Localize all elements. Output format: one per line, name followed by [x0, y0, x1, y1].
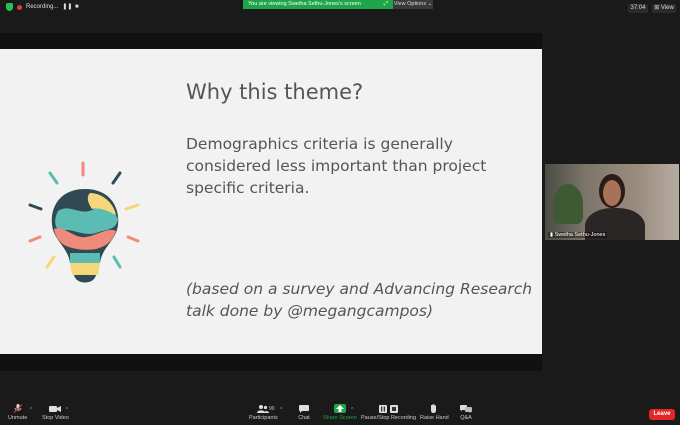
meeting-timer: 37:04 — [628, 4, 648, 13]
viewing-screen-text: You are viewing Swetha Sethu-Jones's scr… — [248, 1, 361, 7]
share-screen-arrow-icon — [333, 404, 346, 413]
signal-bars-icon: ▮ — [550, 232, 554, 238]
view-options-label: View Options — [393, 1, 427, 7]
participant-name-label: ▮ Swetha Sethu-Jones — [548, 232, 608, 238]
video-camera-icon — [49, 404, 62, 413]
grid-icon: ⊞ — [654, 5, 660, 11]
chat-bubble-icon — [298, 404, 310, 413]
recording-indicator: Recording... ❚❚ ■ — [6, 3, 80, 11]
participants-label: Participants — [249, 415, 278, 421]
stop-video-button[interactable]: Stop Video — [42, 404, 69, 421]
viewing-screen-banner: You are viewing Swetha Sethu-Jones's scr… — [243, 0, 393, 9]
presentation-slide: Why this theme? Demographics criteria is… — [0, 49, 542, 354]
pause-recording-icon[interactable]: ❚❚ — [62, 4, 72, 11]
view-button-label: View — [660, 5, 674, 11]
lightbulb-illustration-icon — [28, 161, 140, 283]
raise-hand-button[interactable]: Raise Hand — [420, 404, 449, 421]
fullscreen-icon[interactable]: ⤢ — [384, 0, 388, 9]
share-screen-label: Share Screen — [323, 415, 357, 421]
video-plant — [553, 184, 583, 224]
participant-video-tile[interactable]: ▮ Swetha Sethu-Jones — [545, 164, 679, 240]
pause-stop-recording-label: Pause/Stop Recording — [361, 415, 417, 421]
stop-recording-icon[interactable]: ■ — [73, 4, 80, 11]
video-person-face — [603, 180, 621, 206]
security-shield-icon[interactable] — [6, 3, 13, 11]
qa-label: Q&A — [460, 415, 472, 421]
chevron-down-icon: ⌄ — [427, 1, 433, 7]
slide-title: Why this theme? — [186, 80, 364, 104]
participants-icon — [257, 404, 270, 413]
video-options-caret-icon[interactable]: ^ — [66, 407, 68, 413]
raise-hand-label: Raise Hand — [420, 415, 449, 421]
pause-stop-recording-button[interactable]: Pause/Stop Recording — [361, 404, 416, 421]
view-options-button[interactable]: View Options ⌄ — [393, 0, 433, 9]
qa-icon — [460, 404, 472, 413]
participants-count: 90 — [269, 406, 275, 412]
share-options-caret-icon[interactable]: ^ — [351, 407, 353, 413]
pause-stop-icon — [378, 404, 399, 413]
recording-label: Recording... — [26, 4, 59, 10]
slide-body-text: Demographics criteria is generally consi… — [186, 135, 487, 197]
qa-button[interactable]: Q&A — [460, 404, 472, 421]
audio-options-caret-icon[interactable]: ^ — [30, 407, 32, 413]
view-button[interactable]: ⊞ View — [652, 4, 676, 13]
participants-options-caret-icon[interactable]: ^ — [280, 407, 282, 413]
unmute-button[interactable]: Unmute — [8, 404, 27, 421]
stop-video-label: Stop Video — [42, 415, 69, 421]
participant-name-text: Swetha Sethu-Jones — [554, 232, 606, 238]
raise-hand-icon — [428, 404, 440, 413]
unmute-label: Unmute — [8, 415, 28, 421]
recording-dot-icon — [17, 4, 22, 10]
chat-label: Chat — [298, 415, 310, 421]
chat-button[interactable]: Chat — [298, 404, 310, 421]
top-bar: Recording... ❚❚ ■ You are viewing Swetha… — [0, 0, 680, 16]
leave-button[interactable]: Leave — [649, 409, 675, 420]
slide-source-note: (based on a survey and Advancing Researc… — [186, 280, 533, 320]
screen-share-banner: You are viewing Swetha Sethu-Jones's scr… — [243, 0, 433, 9]
microphone-muted-icon — [12, 404, 24, 413]
